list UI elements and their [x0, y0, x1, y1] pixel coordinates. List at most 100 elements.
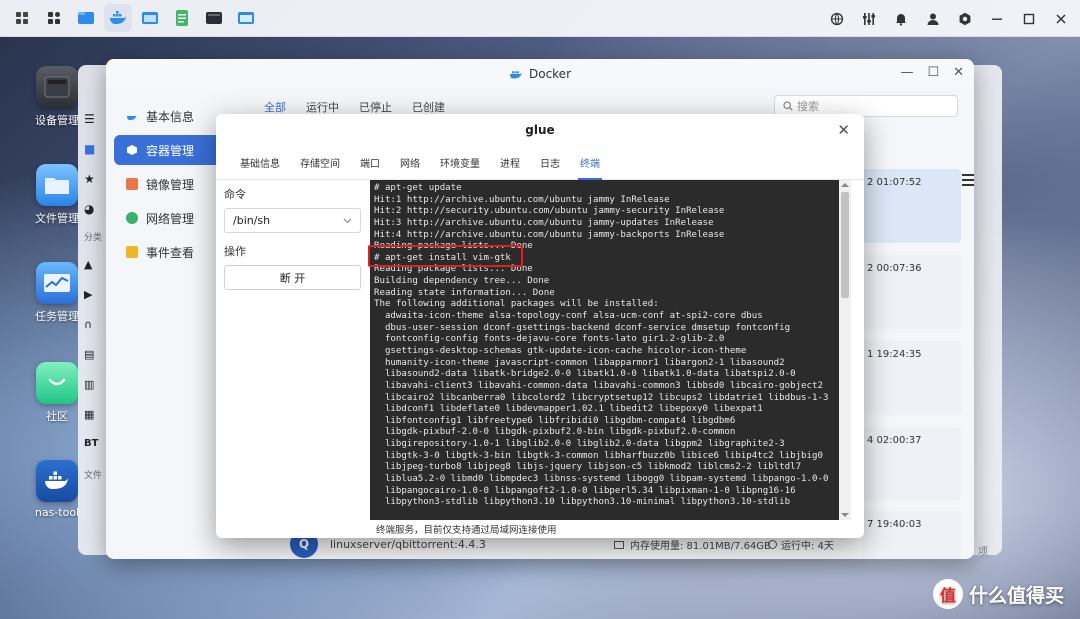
row-time: 2 00:07:36	[867, 263, 922, 274]
sidebar-item-basic-info[interactable]: 基本信息	[114, 101, 222, 131]
docker-titlebar[interactable]: Docker — ☐ ✕	[106, 59, 974, 89]
sidebar-item-event-view[interactable]: 事件查看	[114, 237, 222, 267]
folder-icon	[36, 164, 78, 206]
terminal-line: gsettings-desktop-schemas gtk-update-ico…	[374, 345, 747, 356]
terminal-output[interactable]: # apt-get update Hit:1 http://archive.ubu…	[370, 180, 851, 520]
container-row[interactable]: 2 01:07:52	[861, 169, 961, 243]
window-maximize-icon[interactable]: ☐	[927, 65, 939, 80]
notes-taskbar-icon[interactable]	[168, 4, 196, 32]
scroll-up-arrow-icon[interactable]	[841, 183, 849, 187]
command-select[interactable]: /bin/sh	[224, 208, 361, 233]
archive-icon[interactable]: ▥	[84, 378, 104, 408]
item-count-suffix: 项	[978, 547, 988, 558]
terminal-line: Hit:4 http://archive.ubuntu.com/ubuntu j…	[374, 229, 725, 240]
tab-stopped[interactable]: 已停止	[359, 99, 392, 115]
close-icon[interactable]	[1050, 8, 1072, 30]
window-controls: — ☐ ✕	[900, 65, 964, 80]
terminal-line: libavahi-client3 libavahi-common-data li…	[374, 380, 823, 391]
terminal-line: libfontconfig1 libfreetype6 libfribidi0 …	[374, 415, 736, 426]
list-view-icon[interactable]	[962, 174, 974, 189]
dialog-tabs: 基础信息 存储空间 端口 网络 环境变量 进程 日志 终端	[216, 146, 864, 180]
pie-icon[interactable]: ◕	[84, 202, 104, 230]
tab-processes[interactable]: 进程	[490, 146, 530, 180]
dialog-title: glue	[525, 123, 555, 137]
list-icon[interactable]: ☰	[84, 112, 104, 142]
cube-icon	[127, 145, 137, 155]
settings-gear-icon[interactable]	[954, 8, 976, 30]
container-row[interactable]: 4 02:00:37	[861, 427, 961, 501]
browser-taskbar-icon[interactable]	[232, 4, 260, 32]
docker-logo-icon	[509, 71, 522, 79]
rail-category-label: 分类	[84, 233, 103, 243]
terminal-line: Reading state information... Done	[374, 287, 555, 298]
scroll-thumb[interactable]	[841, 192, 849, 298]
search-icon	[783, 101, 793, 111]
row-time: 7 19:40:03	[867, 519, 922, 530]
tab-terminal[interactable]: 终端	[570, 146, 610, 180]
doc-icon[interactable]: ▤	[84, 348, 104, 378]
tab-running[interactable]: 运行中	[306, 99, 339, 115]
disconnect-button[interactable]: 断 开	[224, 265, 361, 290]
terminal-line: humanity-icon-theme javascript-common li…	[374, 357, 785, 368]
tab-ports[interactable]: 端口	[350, 146, 390, 180]
terminal-line: libgirepository-1.0-1 libglib2.0-0 libgl…	[374, 439, 785, 450]
container-row[interactable]: 1 19:24:35	[861, 341, 961, 415]
taskbar-apps	[0, 4, 260, 32]
window-title: Docker	[509, 67, 571, 81]
apps-icon[interactable]: ▦	[84, 408, 104, 438]
bell-icon[interactable]	[890, 8, 912, 30]
terminal-scrollbar[interactable]	[839, 180, 851, 520]
sidebar-item-label: 容器管理	[146, 143, 195, 158]
window-close-icon[interactable]: ✕	[953, 65, 964, 80]
tab-network[interactable]: 网络	[390, 146, 430, 180]
terminal-line: Building dependency tree... Done	[374, 276, 550, 287]
container-row[interactable]: 7 19:40:03	[861, 511, 961, 559]
maximize-icon[interactable]	[1018, 8, 1040, 30]
rail-bt-label[interactable]: BT	[84, 438, 104, 468]
tab-storage[interactable]: 存储空间	[290, 146, 350, 180]
terminal-line: libdconf1 libdeflate0 libdevmapper1.02.1…	[374, 404, 763, 415]
globe-icon[interactable]	[826, 8, 848, 30]
chevron-down-icon	[343, 218, 352, 223]
tab-logs[interactable]: 日志	[530, 146, 570, 180]
window-minimize-icon[interactable]: —	[900, 65, 913, 80]
taskbar-tray	[824, 0, 1072, 37]
terminal-line: libcairo2 libcanberra0 libcolord2 libcry…	[374, 392, 829, 403]
terminal-line: # apt-get update	[374, 183, 462, 193]
file-manager-taskbar-icon[interactable]	[72, 4, 100, 32]
dialog-close-icon[interactable]: ✕	[837, 121, 850, 139]
dialog-header: glue ✕	[216, 114, 864, 146]
container-row[interactable]: 2 00:07:36	[861, 255, 961, 329]
terminal-taskbar-icon[interactable]	[200, 4, 228, 32]
sliders-icon[interactable]	[858, 8, 880, 30]
container-icon[interactable]: ■	[84, 142, 104, 172]
tab-created[interactable]: 已创建	[412, 99, 445, 115]
event-icon	[126, 246, 138, 258]
docker-title-text: Docker	[528, 67, 572, 81]
terminal-line: libpangocairo-1.0-0 libpangoft2-1.0-0 li…	[374, 485, 796, 496]
minimize-icon[interactable]	[986, 8, 1008, 30]
command-value: /bin/sh	[233, 214, 271, 227]
terminal-line: fontconfig-config fonts-dejavu-core font…	[374, 334, 725, 345]
terminal-line: libasound2-data libatk-bridge2.0-0 libat…	[374, 369, 796, 380]
star-icon[interactable]: ★	[84, 172, 104, 202]
tab-env-vars[interactable]: 环境变量	[430, 146, 490, 180]
docker-taskbar-icon[interactable]	[104, 4, 132, 32]
scroll-down-arrow-icon[interactable]	[841, 513, 849, 517]
user-icon[interactable]	[922, 8, 944, 30]
start-menu-icon[interactable]	[8, 4, 36, 32]
terminal-line: libpython3-stdlib libpython3.10 libpytho…	[374, 497, 791, 508]
sidebar-item-label: 镜像管理	[146, 177, 195, 192]
sidebar-item-network-manage[interactable]: 网络管理	[114, 203, 222, 233]
video-icon[interactable]: ▶	[84, 288, 104, 318]
window-taskbar-icon[interactable]	[136, 4, 164, 32]
mountain-icon[interactable]: ▲	[84, 258, 104, 288]
headphones-icon[interactable]: ∩	[84, 318, 104, 348]
apps-grid-icon[interactable]	[40, 4, 68, 32]
sidebar-item-label: 基本信息	[146, 109, 195, 124]
sidebar-item-container-manage[interactable]: 容器管理	[114, 135, 222, 165]
tab-basic-info[interactable]: 基础信息	[230, 146, 290, 180]
sidebar-item-image-manage[interactable]: 镜像管理	[114, 169, 222, 199]
tab-all[interactable]: 全部	[264, 99, 286, 115]
terminal-line: Reading package lists... Done	[374, 241, 533, 252]
